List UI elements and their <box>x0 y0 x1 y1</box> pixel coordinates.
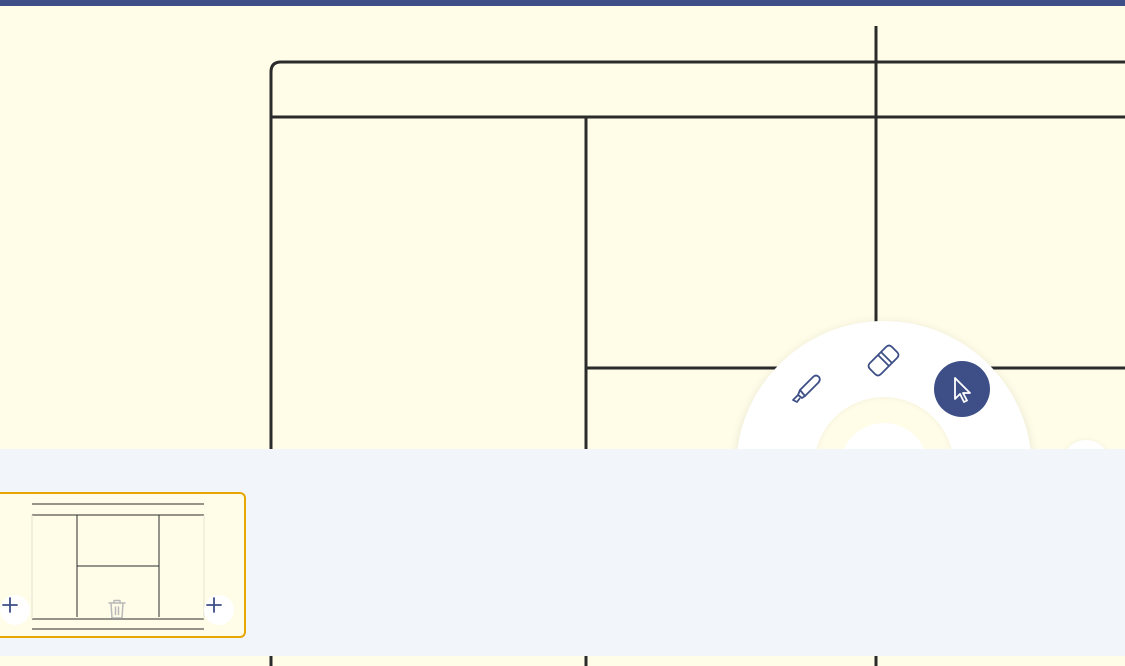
delete-page-button[interactable] <box>107 598 131 624</box>
eraser-icon <box>867 344 900 377</box>
highlighter-tool-button[interactable] <box>778 360 834 416</box>
cursor-icon <box>954 377 971 403</box>
plus-icon <box>2 597 18 613</box>
highlighter-icon <box>792 374 821 403</box>
trash-icon <box>108 599 126 619</box>
select-tool-button[interactable] <box>934 361 990 417</box>
add-page-after-button[interactable] <box>204 595 234 625</box>
page-thumbnail-selected[interactable] <box>0 492 246 638</box>
page-thumbnail-strip <box>0 449 1125 656</box>
plus-icon <box>206 597 222 613</box>
add-page-before-button[interactable] <box>0 595 30 625</box>
eraser-tool-button[interactable] <box>856 329 912 385</box>
